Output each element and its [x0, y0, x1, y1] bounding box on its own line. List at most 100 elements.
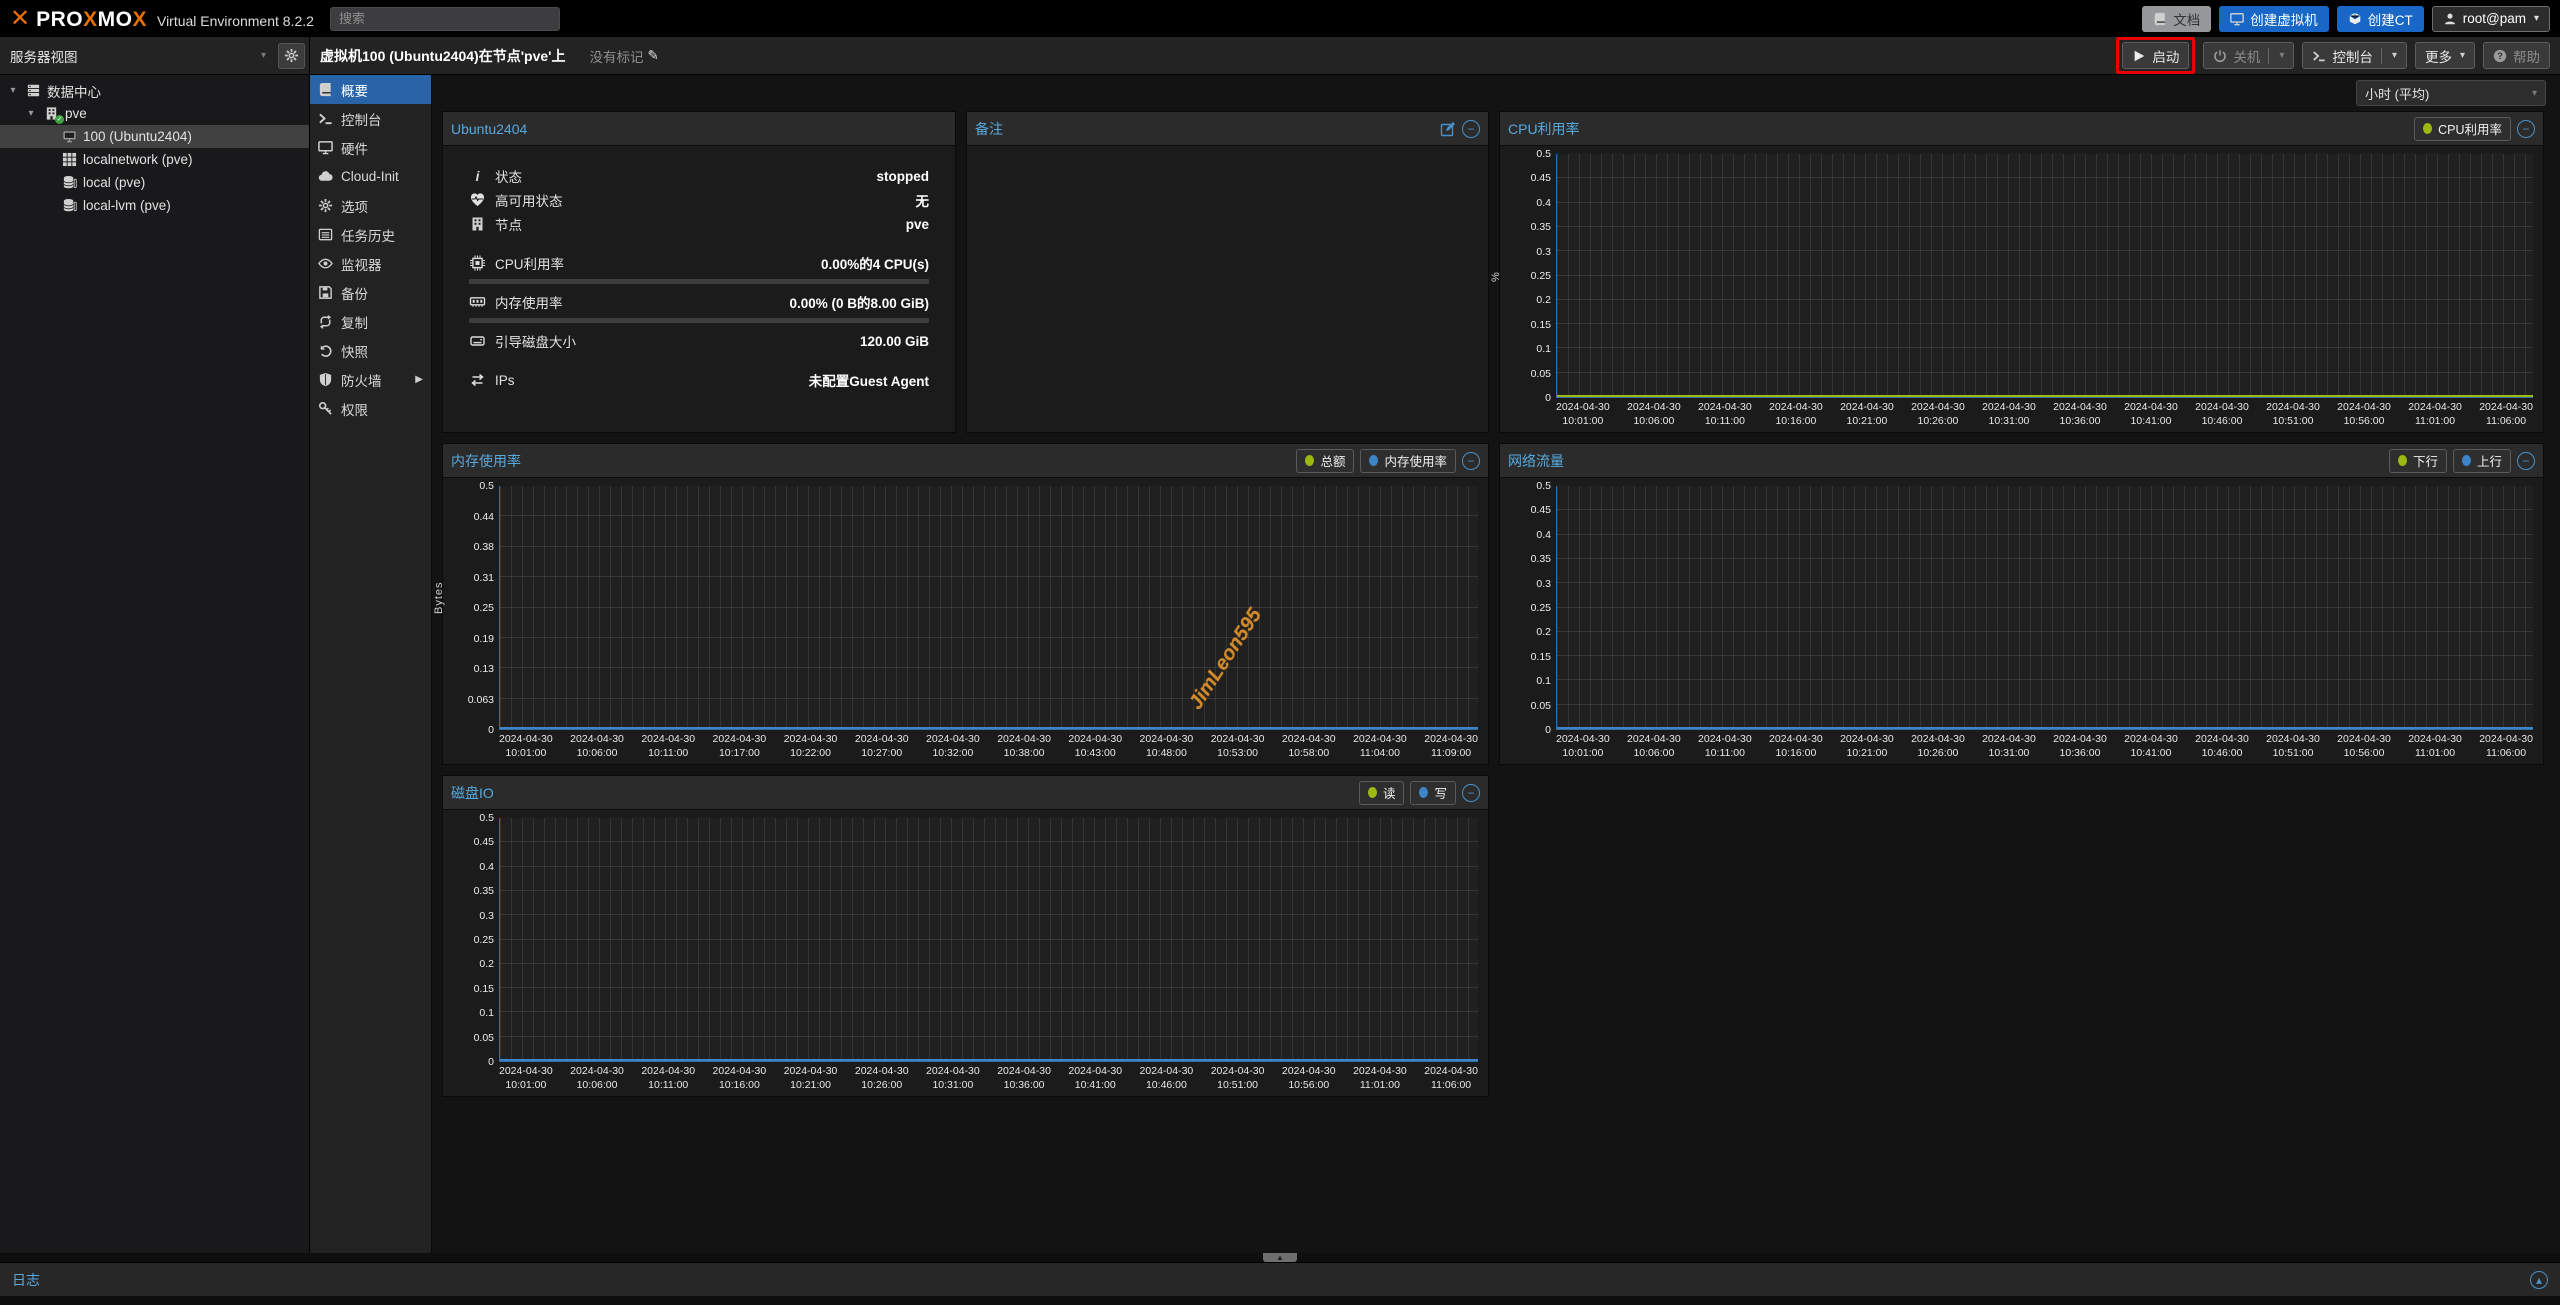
- legend-toggle[interactable]: 读: [1359, 781, 1405, 805]
- splitter-handle[interactable]: ▲: [1263, 1253, 1297, 1262]
- help-icon: ?: [2493, 49, 2507, 63]
- y-axis: Bytes00.0630.130.190.250.310.380.440.5: [445, 486, 499, 762]
- legend-toggle[interactable]: 写: [1410, 781, 1456, 805]
- menu-item[interactable]: 快照: [310, 336, 431, 365]
- view-selector[interactable]: 服务器视图 ▾: [10, 43, 272, 69]
- chart-collapse-icon[interactable]: −: [1462, 452, 1480, 470]
- status-row: 节点pve: [469, 212, 929, 236]
- more-button[interactable]: 更多▾: [2415, 42, 2475, 69]
- x-tick-label: 2024-04-3010:26:00: [1911, 733, 1965, 762]
- x-tick-label: 2024-04-3010:43:00: [1068, 733, 1122, 762]
- x-tick-label: 2024-04-3010:26:00: [855, 1065, 909, 1094]
- legend-toggle[interactable]: 内存使用率: [1360, 449, 1456, 473]
- x-tick-label: 2024-04-3010:16:00: [1769, 733, 1823, 762]
- x-tick-label: 2024-04-3010:11:00: [641, 733, 695, 762]
- create-ct-button[interactable]: 创建CT: [2337, 6, 2424, 32]
- x-tick-label: 2024-04-3010:16:00: [1769, 401, 1823, 430]
- x-tick-label: 2024-04-3010:06:00: [570, 733, 624, 762]
- book-icon: [318, 82, 333, 97]
- search-input[interactable]: [330, 7, 560, 31]
- x-tick-label: 2024-04-3010:31:00: [1982, 401, 2036, 430]
- status-row: 内存使用率0.00% (0 B的8.00 GiB): [469, 290, 929, 314]
- tree-settings-button[interactable]: [278, 43, 305, 69]
- legend-toggle[interactable]: CPU利用率: [2414, 117, 2511, 141]
- chart-collapse-icon[interactable]: −: [1462, 784, 1480, 802]
- x-tick-label: 2024-04-3010:56:00: [1282, 1065, 1336, 1094]
- x-tick-label: 2024-04-3010:31:00: [1982, 733, 2036, 762]
- vm-status-panel: Ubuntu2404 i状态stopped高可用状态无节点pveCPU利用率0.…: [442, 111, 956, 433]
- vm-action-buttons: 启动关机▾ 控制台▾ 更多▾ ?帮助: [2116, 42, 2550, 69]
- info-icon: i: [469, 168, 486, 184]
- menu-item[interactable]: 防火墙▶: [310, 365, 431, 394]
- tree-item[interactable]: localnetwork (pve): [0, 148, 309, 171]
- x-tick-label: 2024-04-3011:06:00: [1424, 1065, 1478, 1094]
- notes-collapse-icon[interactable]: −: [1462, 120, 1480, 138]
- chart-collapse-icon[interactable]: −: [2517, 452, 2535, 470]
- legend-toggle[interactable]: 上行: [2453, 449, 2511, 473]
- tree-item[interactable]: local-lvm (pve): [0, 194, 309, 217]
- x-tick-label: 2024-04-3010:11:00: [1698, 401, 1752, 430]
- status-row: IPs未配置Guest Agent: [469, 368, 929, 392]
- tree-item[interactable]: ▾数据中心: [0, 79, 309, 102]
- menu-item[interactable]: 概要: [310, 75, 431, 104]
- arrows-icon: [469, 372, 486, 388]
- menu-item[interactable]: Cloud-Init: [310, 162, 431, 191]
- x-tick-label: 2024-04-3011:06:00: [2479, 401, 2533, 430]
- chevron-down-icon: ▾: [2532, 88, 2537, 99]
- start-button[interactable]: 启动: [2122, 42, 2189, 69]
- menu-item[interactable]: 选项: [310, 191, 431, 220]
- tree-item[interactable]: ▾✓pve: [0, 102, 309, 125]
- series-dot-icon: [1369, 455, 1378, 466]
- list-icon: [318, 227, 333, 242]
- notes-edit-icon[interactable]: [1440, 121, 1456, 137]
- caret-down-icon[interactable]: ▾: [6, 85, 20, 96]
- series-line: [1557, 395, 2533, 397]
- usage-progress-bar: [469, 318, 929, 323]
- content-area: 小时 (平均) ▾ Ubuntu2404 i状态stopped高可用状态无节点p…: [432, 75, 2560, 1253]
- chart-collapse-icon[interactable]: −: [2517, 120, 2535, 138]
- menu-item[interactable]: 任务历史: [310, 220, 431, 249]
- log-panel-title: 日志: [12, 1270, 40, 1290]
- node-icon: [469, 216, 486, 232]
- series-line: [1557, 727, 2533, 729]
- menu-item[interactable]: 控制台: [310, 104, 431, 133]
- gear-icon: [318, 198, 333, 213]
- tree-item[interactable]: local (pve): [0, 171, 309, 194]
- legend-toggle[interactable]: 总额: [1296, 449, 1354, 473]
- chevron-down-icon: ▾: [2392, 50, 2397, 61]
- x-tick-label: 2024-04-3010:17:00: [713, 733, 767, 762]
- x-tick-label: 2024-04-3010:11:00: [641, 1065, 695, 1094]
- page-title: 虚拟机100 (Ubuntu2404)在节点'pve'上: [320, 46, 565, 66]
- x-tick-label: 2024-04-3010:01:00: [1556, 733, 1610, 762]
- shutdown-button[interactable]: 关机▾: [2203, 42, 2294, 69]
- docs-button[interactable]: 文档: [2142, 6, 2211, 32]
- bottom-strip: [0, 1296, 2560, 1305]
- network-icon: [61, 152, 78, 167]
- plot-area: [1556, 154, 2533, 398]
- log-collapse-icon[interactable]: ▴: [2530, 1271, 2548, 1289]
- user-menu-button[interactable]: root@pam▾: [2432, 6, 2550, 32]
- tags-editor[interactable]: 没有标记 ✎: [589, 46, 658, 66]
- caret-down-icon[interactable]: ▾: [24, 108, 38, 119]
- help-button[interactable]: ?帮助: [2483, 42, 2550, 69]
- x-tick-label: 2024-04-3010:46:00: [1140, 1065, 1194, 1094]
- timeframe-selector[interactable]: 小时 (平均) ▾: [2356, 80, 2546, 106]
- tree-item[interactable]: 100 (Ubuntu2404): [0, 125, 309, 148]
- menu-item[interactable]: 复制: [310, 307, 431, 336]
- create-vm-button[interactable]: 创建虚拟机: [2219, 6, 2329, 32]
- terminal-icon: [318, 111, 333, 126]
- console-button[interactable]: 控制台▾: [2302, 42, 2407, 69]
- menu-item[interactable]: 备份: [310, 278, 431, 307]
- y-axis: %00.050.10.150.20.250.30.350.40.450.5: [1502, 154, 1556, 430]
- eye-icon: [318, 256, 333, 271]
- gear-icon: [284, 48, 299, 63]
- chart-body: 00.050.10.150.20.250.30.350.40.450.52024…: [443, 810, 1488, 1096]
- svg-text:i: i: [476, 169, 480, 184]
- menu-item[interactable]: 硬件: [310, 133, 431, 162]
- legend-toggle[interactable]: 下行: [2389, 449, 2447, 473]
- dashboard-panels: Ubuntu2404 i状态stopped高可用状态无节点pveCPU利用率0.…: [432, 111, 2560, 1097]
- menu-item[interactable]: 权限: [310, 394, 431, 423]
- resource-tree-panel: 服务器视图 ▾ ▾数据中心▾✓pve100 (Ubuntu2404)localn…: [0, 37, 310, 1253]
- menu-item[interactable]: 监视器: [310, 249, 431, 278]
- timeframe-label: 小时 (平均): [2365, 84, 2429, 103]
